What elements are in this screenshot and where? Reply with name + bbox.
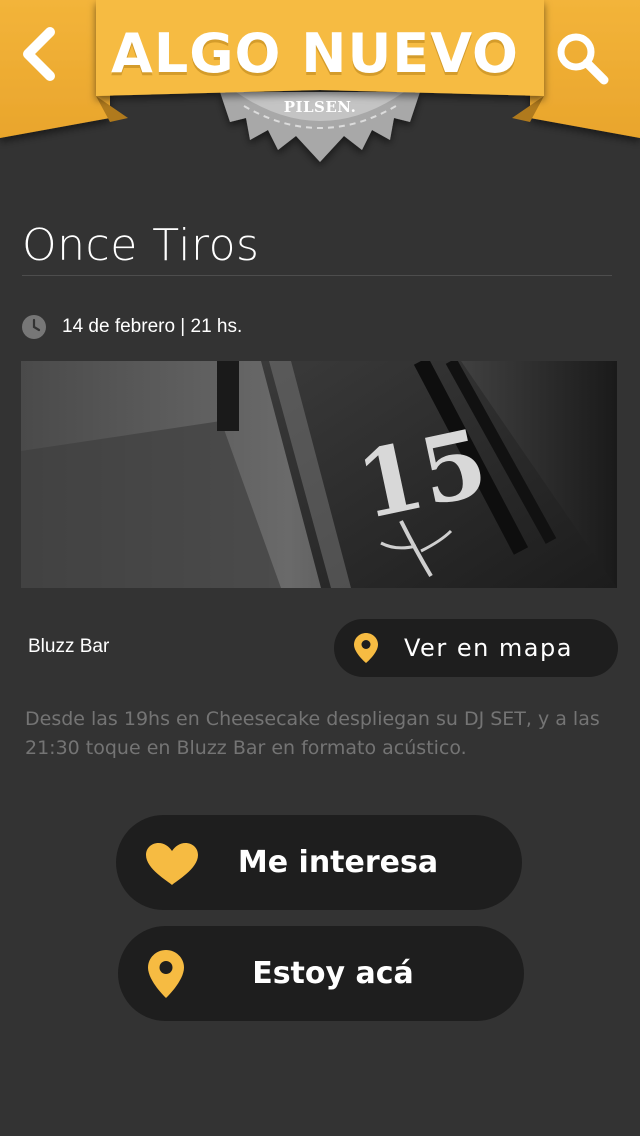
interested-button[interactable]: Me interesa (116, 815, 522, 910)
check-in-label: Estoy acá (252, 956, 414, 991)
venue-name: Bluzz Bar (28, 636, 110, 657)
brand-badge-label: PILSEN. (283, 98, 357, 116)
brand-title: ALGO NUEVO (111, 22, 519, 85)
title-divider (22, 275, 612, 276)
search-button[interactable] (552, 28, 624, 100)
app-header: ALGO NUEVO PILSEN. (0, 0, 640, 170)
event-photo: 15 (21, 361, 617, 588)
clock-icon (22, 315, 46, 339)
interested-label: Me interesa (237, 845, 439, 880)
event-photo-image: 15 (21, 361, 617, 588)
back-button[interactable] (18, 26, 82, 96)
view-on-map-button[interactable]: Ver en mapa (334, 619, 618, 677)
event-datetime-row: 14 de febrero | 21 hs. (22, 314, 242, 340)
view-on-map-label: Ver en mapa (404, 634, 573, 662)
map-pin-icon (354, 633, 378, 663)
search-icon (557, 33, 609, 85)
check-in-button[interactable]: Estoy acá (118, 926, 524, 1021)
event-description: Desde las 19hs en Cheesecake despliegan … (25, 708, 600, 759)
event-title: Once Tiros (22, 220, 260, 271)
chevron-left-icon (23, 27, 55, 81)
event-datetime: 14 de febrero | 21 hs. (62, 316, 243, 337)
